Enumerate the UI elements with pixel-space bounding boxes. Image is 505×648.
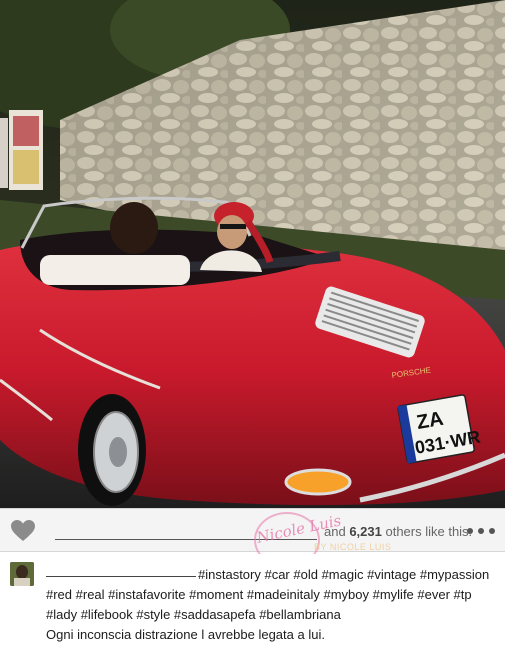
username-redacted[interactable] — [46, 576, 196, 577]
user-avatar-icon — [10, 562, 34, 586]
likes-count: 6,231 — [349, 524, 382, 539]
like-button[interactable] — [10, 519, 36, 543]
likers-names-redacted — [55, 539, 317, 540]
likes-count-text: and 6,231 others like this. — [324, 524, 473, 539]
more-options-button[interactable] — [467, 523, 495, 539]
license-plate-line1: ZA — [415, 408, 445, 434]
red-convertible-photo: PORSCHE ZA 031·WR — [0, 0, 505, 508]
likes-summary[interactable]: and 6,231 others like this. — [52, 521, 472, 541]
more-dots-icon — [467, 528, 473, 534]
avatar[interactable] — [10, 562, 34, 586]
post-action-bar: and 6,231 others like this. — [0, 508, 505, 552]
post-caption: #instastory #car #old #magic #vintage #m… — [0, 554, 505, 648]
caption-body: Ogni inconscia distrazione l avrebbe leg… — [46, 627, 325, 642]
caption-text: #instastory #car #old #magic #vintage #m… — [46, 565, 498, 645]
post-photo[interactable]: PORSCHE ZA 031·WR — [0, 0, 505, 508]
heart-icon — [11, 520, 35, 541]
